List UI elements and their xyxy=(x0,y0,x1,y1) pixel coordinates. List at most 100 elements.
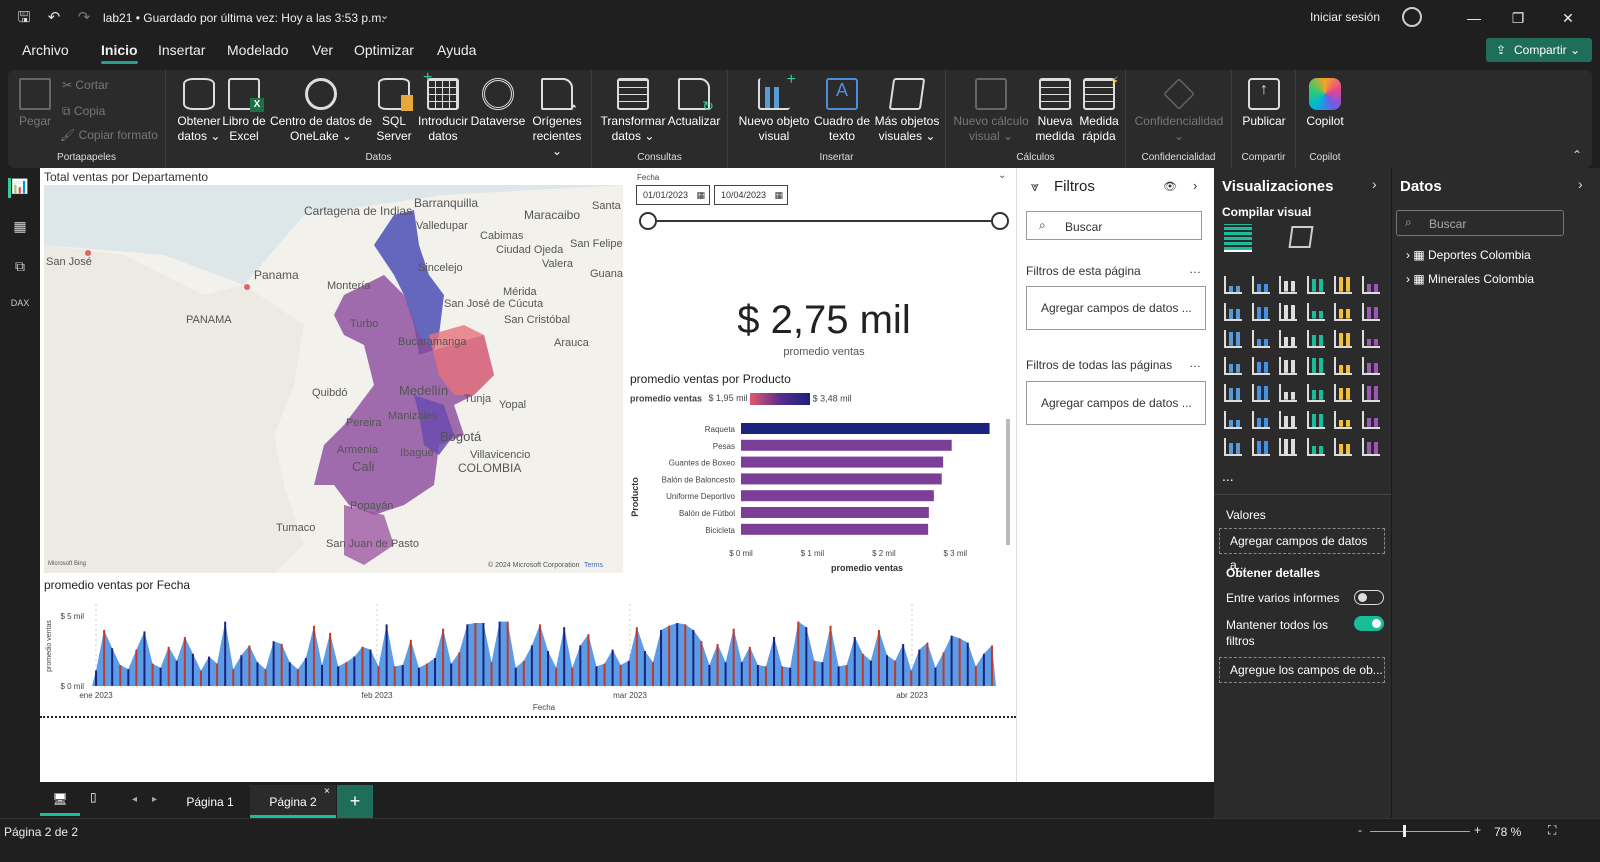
power-automate-icon[interactable] xyxy=(1279,438,1299,458)
end-date-input[interactable]: 10/04/2023 ▦ xyxy=(714,185,788,205)
cross-report-toggle[interactable] xyxy=(1354,590,1384,605)
redo-icon[interactable]: ↷ xyxy=(74,8,94,28)
ribbon-icon[interactable] xyxy=(1224,330,1244,350)
more-options-icon[interactable]: … xyxy=(1189,356,1201,370)
menu-insertar[interactable]: Insertar xyxy=(158,42,205,58)
slider-end-handle[interactable] xyxy=(991,212,1009,230)
more-visuals-icon[interactable]: ... xyxy=(1222,468,1234,484)
paste-button[interactable]: Pegar xyxy=(14,78,56,129)
collapse-ribbon-icon[interactable]: ⌃ xyxy=(1572,148,1582,162)
table-item-deportes[interactable]: › ▦ Deportes Colombia xyxy=(1406,248,1531,262)
slicer-dropdown-icon[interactable]: ⌄ xyxy=(998,170,1006,181)
stacked-area-icon[interactable] xyxy=(1279,303,1299,323)
kpi-icon[interactable] xyxy=(1251,384,1272,404)
sensitivity-button[interactable]: Confidencialidad ⌄ xyxy=(1130,78,1228,144)
dataverse-button[interactable]: Dataverse xyxy=(470,78,526,129)
start-date-input[interactable]: 01/01/2023 ▦ xyxy=(636,185,710,205)
azure-map-icon[interactable] xyxy=(1306,357,1327,377)
copy-button[interactable]: ⧉ Copia xyxy=(62,104,105,119)
clustered-bar-icon[interactable] xyxy=(1279,276,1299,296)
line-chart[interactable]: promedio ventas $ 0 mil $ 5 mil ene 2023 feb… xyxy=(40,596,1016,714)
new-visual-calc-button[interactable]: Nuevo cálculo visual ⌄ xyxy=(950,78,1032,144)
menu-inicio[interactable]: Inicio xyxy=(101,42,138,64)
report-view-icon[interactable]: 📊 xyxy=(8,178,28,198)
textbox-button[interactable]: Cuadro de texto xyxy=(812,78,872,144)
more-options-icon[interactable]: … xyxy=(1189,262,1201,276)
map-visual[interactable]: Cartagena de Indias Barranquilla Maracai… xyxy=(44,185,623,573)
desktop-layout-icon[interactable]: 🖥 xyxy=(40,786,80,816)
data-search-input[interactable]: ⌕ Buscar xyxy=(1396,210,1564,236)
goals-icon[interactable] xyxy=(1361,411,1382,431)
close-icon[interactable]: ✕ xyxy=(1558,8,1578,28)
prev-page-icon[interactable]: ◂ xyxy=(132,794,137,805)
menu-modelado[interactable]: Modelado xyxy=(227,42,289,58)
bar-chart[interactable]: Producto Raqueta Pesas Guantes de Boxeo Baló… xyxy=(628,415,1013,577)
filters-search-input[interactable]: ⌕ Buscar xyxy=(1026,211,1202,240)
narrative-icon[interactable] xyxy=(1334,411,1354,431)
filled-map-icon[interactable] xyxy=(1279,357,1299,377)
treemap-icon[interactable] xyxy=(1224,357,1244,377)
collapse-viz-icon[interactable]: › xyxy=(1372,176,1377,192)
line-icon[interactable] xyxy=(1224,303,1244,323)
map-icon[interactable] xyxy=(1251,357,1272,377)
line-column-icon[interactable] xyxy=(1334,303,1354,323)
line-clustered-icon[interactable] xyxy=(1361,303,1382,323)
mobile-layout-icon[interactable]: ▯ xyxy=(90,790,97,804)
r-visual-icon[interactable] xyxy=(1361,384,1382,404)
zoom-slider[interactable] xyxy=(1370,831,1470,832)
get-data-button[interactable]: Obtener datos ⌄ xyxy=(174,78,224,144)
format-visual-tab-icon[interactable] xyxy=(1288,226,1314,248)
values-dropzone[interactable]: Agregar campos de datos a... xyxy=(1219,528,1385,572)
cut-button[interactable]: ✂ Cortar xyxy=(62,78,109,92)
calendar-icon[interactable]: ▦ xyxy=(696,186,705,204)
excel-button[interactable]: Libro de Excel xyxy=(222,78,266,144)
slider-track[interactable] xyxy=(648,220,1000,222)
python-icon[interactable] xyxy=(1224,411,1244,431)
new-visual-button[interactable]: Nuevo objeto visual xyxy=(736,72,812,144)
decomposition-tree-icon[interactable] xyxy=(1279,411,1299,431)
stacked-column-icon[interactable] xyxy=(1251,276,1272,296)
new-measure-button[interactable]: Nueva medida xyxy=(1032,78,1078,144)
all-pages-filters-dropzone[interactable]: Agregar campos de datos ... xyxy=(1026,381,1206,425)
clustered-column-icon[interactable] xyxy=(1306,276,1327,296)
zoom-in-icon[interactable]: + xyxy=(1474,823,1481,837)
slider-start-handle[interactable] xyxy=(639,212,657,230)
save-icon[interactable]: 🖫 xyxy=(14,8,34,28)
signin-link[interactable]: Iniciar sesión xyxy=(1310,10,1380,24)
stacked-bar-icon[interactable] xyxy=(1224,276,1244,296)
paginated-icon[interactable] xyxy=(1224,438,1244,458)
100-area-icon[interactable] xyxy=(1306,303,1327,323)
table-view-icon[interactable]: ▦ xyxy=(10,218,30,238)
next-page-icon[interactable]: ▸ xyxy=(152,794,157,805)
document-title[interactable]: lab21 • Guardado por última vez: Hoy a l… xyxy=(103,11,385,25)
copilot-button[interactable]: Copilot xyxy=(1300,78,1350,129)
menu-archivo[interactable]: Archivo xyxy=(22,42,69,58)
minimize-icon[interactable]: — xyxy=(1464,8,1484,28)
donut-icon[interactable] xyxy=(1361,330,1382,350)
waterfall-icon[interactable] xyxy=(1251,330,1272,350)
matrix-icon[interactable] xyxy=(1334,384,1354,404)
publish-button[interactable]: Publicar xyxy=(1236,78,1292,129)
onelake-button[interactable]: Centro de datos de OneLake ⌄ xyxy=(266,78,376,144)
keep-filters-toggle[interactable] xyxy=(1354,616,1384,631)
avatar-icon[interactable] xyxy=(1402,7,1422,27)
multirow-card-icon[interactable] xyxy=(1224,384,1244,404)
custom-2-icon[interactable] xyxy=(1334,438,1354,458)
refresh-button[interactable]: Actualizar xyxy=(666,78,722,129)
collapse-data-icon[interactable]: › xyxy=(1578,176,1583,192)
gauge-icon[interactable] xyxy=(1334,357,1354,377)
zoom-out-icon[interactable]: - xyxy=(1358,823,1362,837)
collapse-filters-icon[interactable]: › xyxy=(1193,178,1197,193)
custom-1-icon[interactable] xyxy=(1306,438,1327,458)
format-painter-button[interactable]: 🖌 Copiar formato xyxy=(60,128,158,142)
card-icon[interactable] xyxy=(1361,357,1382,377)
slicer-icon[interactable] xyxy=(1279,384,1299,404)
custom-3-icon[interactable] xyxy=(1361,438,1382,458)
menu-optimizar[interactable]: Optimizar xyxy=(354,42,414,58)
pie-icon[interactable] xyxy=(1334,330,1354,350)
dax-query-view-icon[interactable]: DAX xyxy=(10,298,30,318)
close-tab-icon[interactable]: × xyxy=(324,786,330,797)
key-influencers-icon[interactable] xyxy=(1251,411,1272,431)
table-item-minerales[interactable]: › ▦ Minerales Colombia xyxy=(1406,272,1534,286)
scatter-icon[interactable] xyxy=(1306,330,1327,350)
